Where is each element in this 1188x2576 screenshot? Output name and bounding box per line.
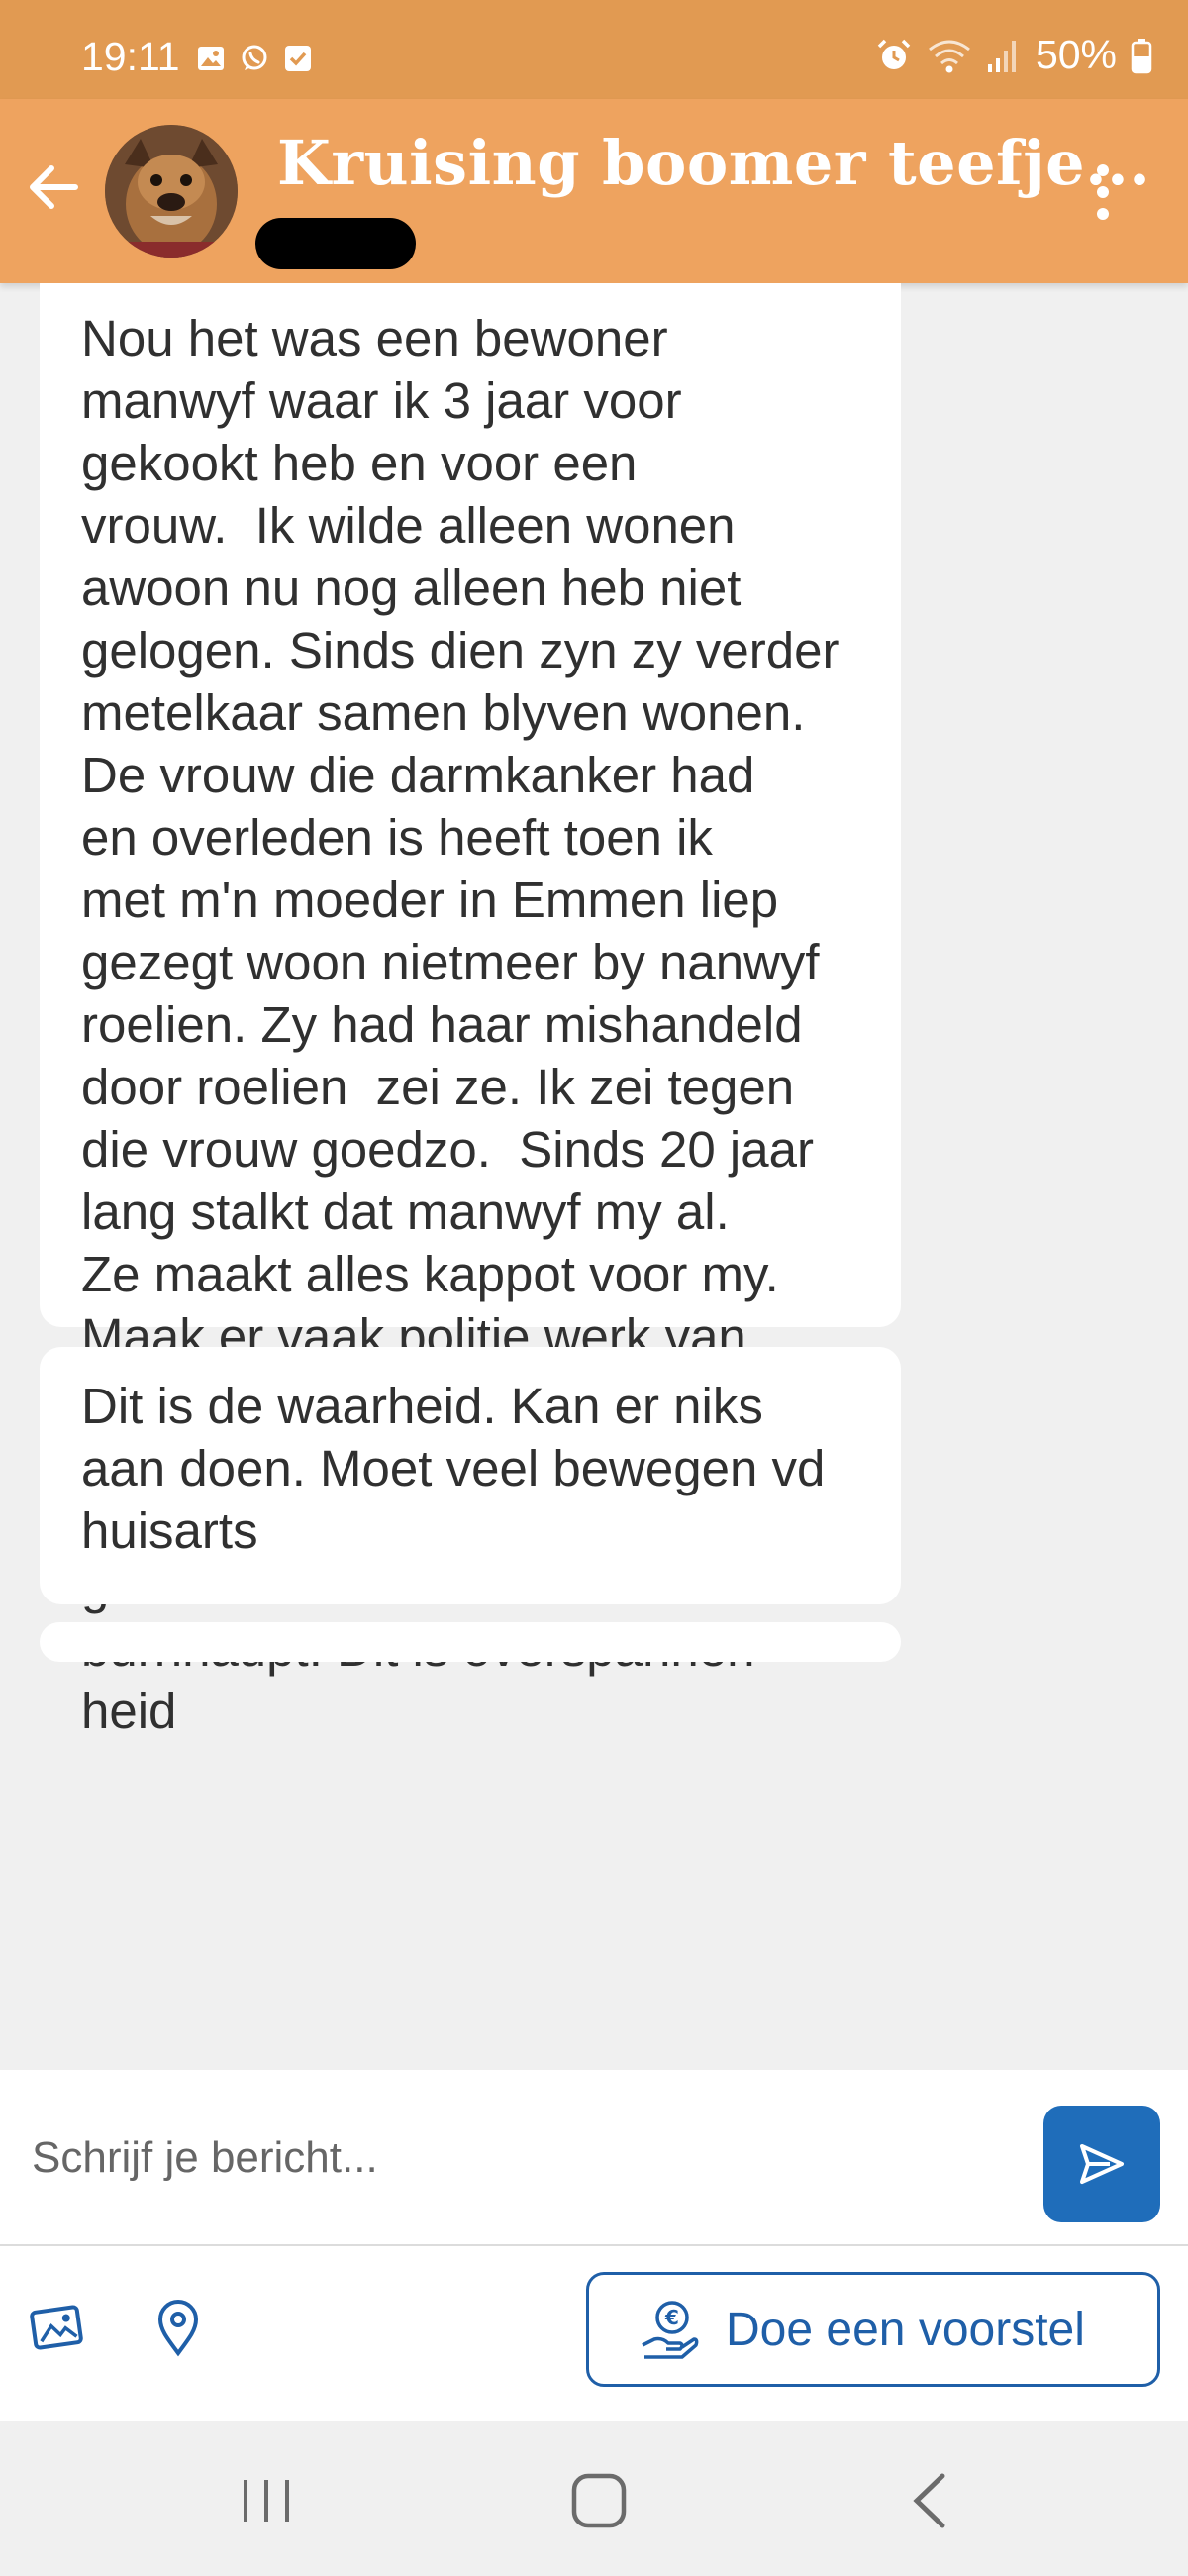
recent-apps-icon[interactable]	[232, 2466, 301, 2535]
battery-percentage: 50%	[1035, 32, 1117, 77]
send-button[interactable]	[1043, 2106, 1160, 2222]
message-bubble: Dit is de waarheid. Kan er niks aan doen…	[40, 1347, 901, 1604]
photo-gallery-icon[interactable]	[26, 2296, 89, 2359]
gallery-icon	[198, 47, 224, 70]
battery-icon	[1131, 38, 1152, 73]
status-bar: 19:11 50%	[0, 0, 1188, 99]
svg-text:€: €	[664, 2306, 679, 2329]
message-input[interactable]	[30, 2110, 1024, 2207]
make-offer-button[interactable]: € Doe een voorstel	[586, 2272, 1160, 2387]
home-icon[interactable]	[564, 2466, 634, 2535]
message-bubble: Nou het was een bewoner manwyf waar ik 3…	[40, 283, 901, 1739]
whatsapp-icon	[242, 45, 267, 70]
chat-title: Kruising boomer teefje...	[277, 127, 1151, 199]
more-options-icon[interactable]	[1083, 156, 1123, 236]
message-list[interactable]: Nou het was een bewoner manwyf waar ik 3…	[0, 283, 1188, 2070]
back-nav-icon[interactable]	[897, 2466, 966, 2535]
avatar[interactable]	[105, 125, 238, 258]
make-offer-label: Doe een voorstel	[726, 2303, 1085, 2356]
system-nav-bar	[0, 2421, 1188, 2576]
composer	[0, 2070, 1188, 2244]
message-bubble-partial	[40, 1622, 901, 1662]
redacted-subtitle	[255, 218, 416, 269]
back-arrow-icon[interactable]	[20, 153, 89, 222]
location-pin-icon[interactable]	[147, 2296, 210, 2359]
wifi-icon	[929, 40, 970, 72]
signal-icon	[987, 40, 1016, 72]
check-icon	[285, 46, 311, 71]
alarm-icon	[877, 39, 911, 69]
euro-hand-icon: €	[642, 2301, 699, 2359]
action-bar: € Doe een voorstel	[0, 2246, 1188, 2421]
status-time: 19:11	[81, 34, 180, 79]
send-icon	[1080, 2144, 1124, 2184]
chat-header: Kruising boomer teefje...	[0, 99, 1188, 283]
